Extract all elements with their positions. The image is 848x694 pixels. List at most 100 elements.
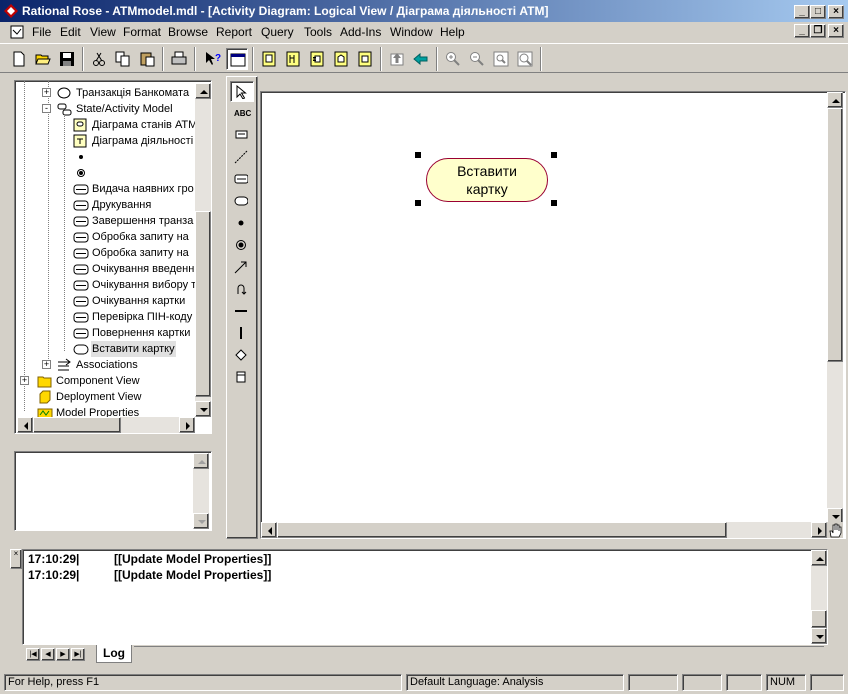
tree-item-label: Очікування введенн bbox=[92, 263, 195, 275]
diagram-vertical-scrollbar[interactable] bbox=[827, 92, 843, 524]
maximize-button[interactable]: □ bbox=[810, 5, 826, 19]
menu-report[interactable]: Report bbox=[216, 25, 252, 39]
browse-deployment-diagram-icon[interactable] bbox=[330, 48, 352, 70]
selection-handle[interactable] bbox=[551, 152, 557, 158]
browse-parent-icon[interactable] bbox=[354, 48, 376, 70]
menu-browse[interactable]: Browse bbox=[168, 25, 208, 39]
swimlane-icon[interactable] bbox=[230, 367, 254, 388]
scroll-up-button[interactable] bbox=[195, 83, 211, 99]
scroll-down-button[interactable] bbox=[195, 401, 211, 417]
menu-view[interactable]: View bbox=[90, 25, 116, 39]
svg-text:?: ? bbox=[215, 53, 221, 64]
transition-to-self-icon[interactable] bbox=[230, 279, 254, 300]
scroll-right-button[interactable] bbox=[811, 522, 827, 538]
diagram-canvas[interactable]: Вставити картку bbox=[261, 92, 829, 524]
scroll-thumb[interactable] bbox=[195, 211, 211, 397]
end-state-icon[interactable] bbox=[230, 235, 254, 256]
zoom-in-icon[interactable] bbox=[442, 48, 464, 70]
diagram-horizontal-scrollbar[interactable] bbox=[261, 522, 827, 538]
state-icon[interactable] bbox=[230, 169, 254, 190]
last-tab-button[interactable]: ▶| bbox=[71, 648, 85, 661]
state-icon bbox=[73, 232, 89, 243]
mdi-minimize-button[interactable]: _ bbox=[794, 24, 810, 38]
log-vertical-scrollbar[interactable] bbox=[811, 550, 827, 644]
scroll-up-button[interactable] bbox=[827, 92, 843, 108]
scroll-left-button[interactable] bbox=[17, 417, 33, 433]
hand-icon[interactable] bbox=[827, 522, 843, 538]
doc-vertical-scrollbar[interactable] bbox=[193, 453, 209, 529]
menu-format[interactable]: Format bbox=[123, 25, 161, 39]
next-tab-button[interactable]: ▶ bbox=[56, 648, 70, 661]
scroll-right-button[interactable] bbox=[179, 417, 195, 433]
print-icon[interactable] bbox=[168, 48, 190, 70]
selection-handle[interactable] bbox=[415, 152, 421, 158]
browse-previous-icon[interactable] bbox=[410, 48, 432, 70]
mdi-restore-button[interactable]: ❐ bbox=[810, 24, 826, 38]
note-icon[interactable] bbox=[230, 125, 254, 146]
expand-toggle[interactable]: + bbox=[20, 376, 29, 385]
view-doc-icon[interactable] bbox=[226, 48, 248, 70]
scroll-down-button[interactable] bbox=[811, 628, 827, 644]
cut-icon[interactable] bbox=[88, 48, 110, 70]
copy-icon[interactable] bbox=[112, 48, 134, 70]
mdi-close-button[interactable]: × bbox=[828, 24, 844, 38]
new-icon[interactable] bbox=[8, 48, 30, 70]
close-button[interactable]: × bbox=[828, 5, 844, 19]
scroll-up-button[interactable] bbox=[811, 550, 827, 566]
start-state-icon[interactable] bbox=[230, 213, 254, 234]
scroll-left-button[interactable] bbox=[261, 522, 277, 538]
first-tab-button[interactable]: |◀ bbox=[26, 648, 40, 661]
expand-toggle[interactable]: + bbox=[42, 360, 51, 369]
browser-tree[interactable]: + Транзакція Банкомата - State/Activity … bbox=[14, 80, 212, 434]
menu-edit[interactable]: Edit bbox=[60, 25, 81, 39]
scroll-thumb[interactable] bbox=[811, 610, 827, 628]
scroll-thumb[interactable] bbox=[277, 522, 727, 538]
minimize-button[interactable]: _ bbox=[794, 5, 810, 19]
browse-class-diagram-icon[interactable] bbox=[258, 48, 280, 70]
tab-log[interactable]: Log bbox=[96, 645, 132, 663]
menu-add-ins[interactable]: Add-Ins bbox=[340, 25, 381, 39]
browse-parent-diagram-icon[interactable] bbox=[386, 48, 408, 70]
activity-insert-card[interactable]: Вставити картку bbox=[426, 158, 548, 202]
diagram-window[interactable]: Вставити картку bbox=[260, 91, 846, 539]
tree-vertical-scrollbar[interactable] bbox=[195, 83, 211, 417]
scroll-up-button[interactable] bbox=[193, 453, 209, 469]
scroll-thumb[interactable] bbox=[827, 108, 843, 362]
selection-handle[interactable] bbox=[415, 200, 421, 206]
decision-icon[interactable] bbox=[230, 345, 254, 366]
menu-window[interactable]: Window bbox=[390, 25, 433, 39]
open-icon[interactable] bbox=[32, 48, 54, 70]
rational-rose-icon[interactable] bbox=[4, 4, 18, 18]
zoom-out-icon[interactable] bbox=[466, 48, 488, 70]
state-icon bbox=[73, 264, 89, 275]
menu-file[interactable]: File bbox=[32, 25, 51, 39]
log-content[interactable]: 17:10:29| [[Update Model Properties]] 17… bbox=[22, 549, 828, 645]
menu-tools[interactable]: Tools bbox=[304, 25, 332, 39]
browse-interaction-diagram-icon[interactable] bbox=[282, 48, 304, 70]
context-help-icon[interactable]: ? bbox=[202, 48, 224, 70]
selection-arrow-icon[interactable] bbox=[230, 81, 254, 102]
scroll-thumb[interactable] bbox=[33, 417, 121, 433]
expand-toggle[interactable]: + bbox=[42, 88, 51, 97]
undo-fit-icon[interactable] bbox=[514, 48, 536, 70]
paste-icon[interactable] bbox=[136, 48, 158, 70]
text-box-icon[interactable]: ABC bbox=[230, 103, 254, 124]
fit-in-window-icon[interactable] bbox=[490, 48, 512, 70]
activity-icon[interactable] bbox=[230, 191, 254, 212]
menu-help[interactable]: Help bbox=[440, 25, 465, 39]
scroll-down-button[interactable] bbox=[193, 513, 209, 529]
prev-tab-button[interactable]: ◀ bbox=[41, 648, 55, 661]
document-icon[interactable] bbox=[10, 25, 24, 39]
selection-handle[interactable] bbox=[551, 200, 557, 206]
horizontal-sync-icon[interactable] bbox=[230, 301, 254, 322]
tree-horizontal-scrollbar[interactable] bbox=[17, 417, 195, 433]
documentation-pane[interactable] bbox=[14, 451, 212, 531]
save-icon[interactable] bbox=[56, 48, 78, 70]
collapse-toggle[interactable]: - bbox=[42, 104, 51, 113]
browse-component-diagram-icon[interactable] bbox=[306, 48, 328, 70]
menu-query[interactable]: Query bbox=[261, 25, 294, 39]
vertical-sync-icon[interactable] bbox=[230, 323, 254, 344]
anchor-note-icon[interactable] bbox=[230, 147, 254, 168]
state-transition-icon[interactable] bbox=[230, 257, 254, 278]
log-window-grip[interactable]: × bbox=[10, 549, 22, 569]
